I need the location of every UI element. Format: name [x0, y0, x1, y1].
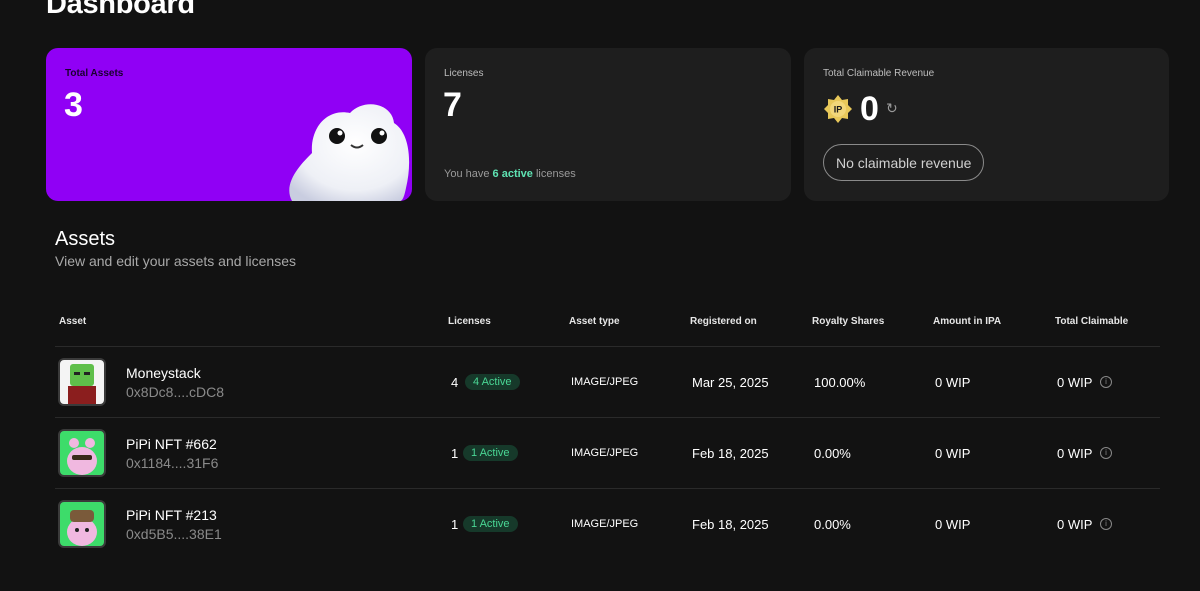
- royalty-shares: 100.00%: [814, 375, 866, 390]
- assets-section-title: Assets: [55, 228, 116, 250]
- revenue-label: Total Claimable Revenue: [823, 68, 935, 79]
- table-row[interactable]: PiPi NFT #662 0x1184....31F6 1 1 Active …: [55, 417, 1160, 488]
- licenses-value: 7: [443, 86, 462, 124]
- no-claimable-revenue-button[interactable]: No claimable revenue: [823, 144, 985, 181]
- claimable-revenue-card: Total Claimable Revenue IP 0 ↻ No claima…: [804, 48, 1169, 201]
- active-licenses-note: You have 6 active licenses: [444, 168, 576, 180]
- status-badge: 4 Active: [465, 374, 520, 390]
- asset-name[interactable]: PiPi NFT #662: [126, 436, 217, 452]
- refresh-icon[interactable]: ↻: [886, 100, 898, 117]
- header-registered-on: Registered on: [690, 316, 757, 327]
- info-icon[interactable]: i: [1100, 376, 1112, 388]
- header-royalty-shares: Royalty Shares: [812, 316, 885, 327]
- amount-in-ipa: 0 WIP: [935, 375, 971, 390]
- license-count: 1: [451, 517, 459, 532]
- asset-type: IMAGE/JPEG: [571, 447, 639, 459]
- asset-type: IMAGE/JPEG: [571, 518, 639, 530]
- note-suffix: licenses: [535, 168, 576, 180]
- header-total-claimable: Total Claimable: [1055, 316, 1129, 327]
- header-asset: Asset: [59, 316, 87, 327]
- total-claimable: 0 WIP: [1057, 446, 1093, 461]
- asset-thumbnail: [58, 500, 106, 548]
- asset-name[interactable]: Moneystack: [126, 365, 201, 381]
- amount-in-ipa: 0 WIP: [935, 517, 971, 532]
- ip-coin-icon: IP: [824, 95, 852, 123]
- total-assets-card: Total Assets 3: [46, 48, 412, 201]
- asset-address: 0x1184....31F6: [126, 455, 219, 471]
- asset-type: IMAGE/JPEG: [571, 376, 639, 388]
- licenses-label: Licenses: [444, 68, 484, 79]
- revenue-value: 0: [860, 90, 879, 128]
- table-row[interactable]: PiPi NFT #213 0xd5B5....38E1 1 1 Active …: [55, 488, 1160, 559]
- info-icon[interactable]: i: [1100, 518, 1112, 530]
- total-claimable: 0 WIP: [1057, 517, 1093, 532]
- assets-section-subtitle: View and edit your assets and licenses: [55, 253, 296, 269]
- total-claimable: 0 WIP: [1057, 375, 1093, 390]
- note-active-count: 6 active: [492, 168, 533, 180]
- status-badge: 1 Active: [463, 516, 518, 532]
- header-licenses: Licenses: [448, 316, 491, 327]
- asset-name[interactable]: PiPi NFT #213: [126, 507, 217, 523]
- registered-date: Mar 25, 2025: [692, 375, 769, 390]
- royalty-shares: 0.00%: [814, 517, 851, 532]
- status-badge: 1 Active: [463, 445, 518, 461]
- asset-address: 0xd5B5....38E1: [126, 526, 222, 542]
- registered-date: Feb 18, 2025: [692, 446, 769, 461]
- licenses-card: Licenses 7 You have 6 active licenses: [425, 48, 791, 201]
- info-icon[interactable]: i: [1100, 447, 1112, 459]
- license-count: 1: [451, 446, 459, 461]
- page-title: Dashboard: [46, 0, 195, 20]
- license-count: 4: [451, 375, 459, 390]
- table-row[interactable]: Moneystack 0x8Dc8....cDC8 4 4 Active IMA…: [55, 346, 1160, 417]
- note-prefix: You have: [444, 168, 490, 180]
- total-assets-value: 3: [64, 86, 83, 124]
- asset-thumbnail: [58, 429, 106, 477]
- coin-token: IP: [834, 105, 843, 115]
- amount-in-ipa: 0 WIP: [935, 446, 971, 461]
- header-asset-type: Asset type: [569, 316, 620, 327]
- asset-address: 0x8Dc8....cDC8: [126, 384, 225, 400]
- header-amount-in-ipa: Amount in IPA: [933, 316, 1002, 327]
- asset-thumbnail: [58, 358, 106, 406]
- royalty-shares: 0.00%: [814, 446, 851, 461]
- total-assets-label: Total Assets: [65, 68, 124, 79]
- ghost-mascot-icon: [289, 104, 410, 201]
- registered-date: Feb 18, 2025: [692, 517, 769, 532]
